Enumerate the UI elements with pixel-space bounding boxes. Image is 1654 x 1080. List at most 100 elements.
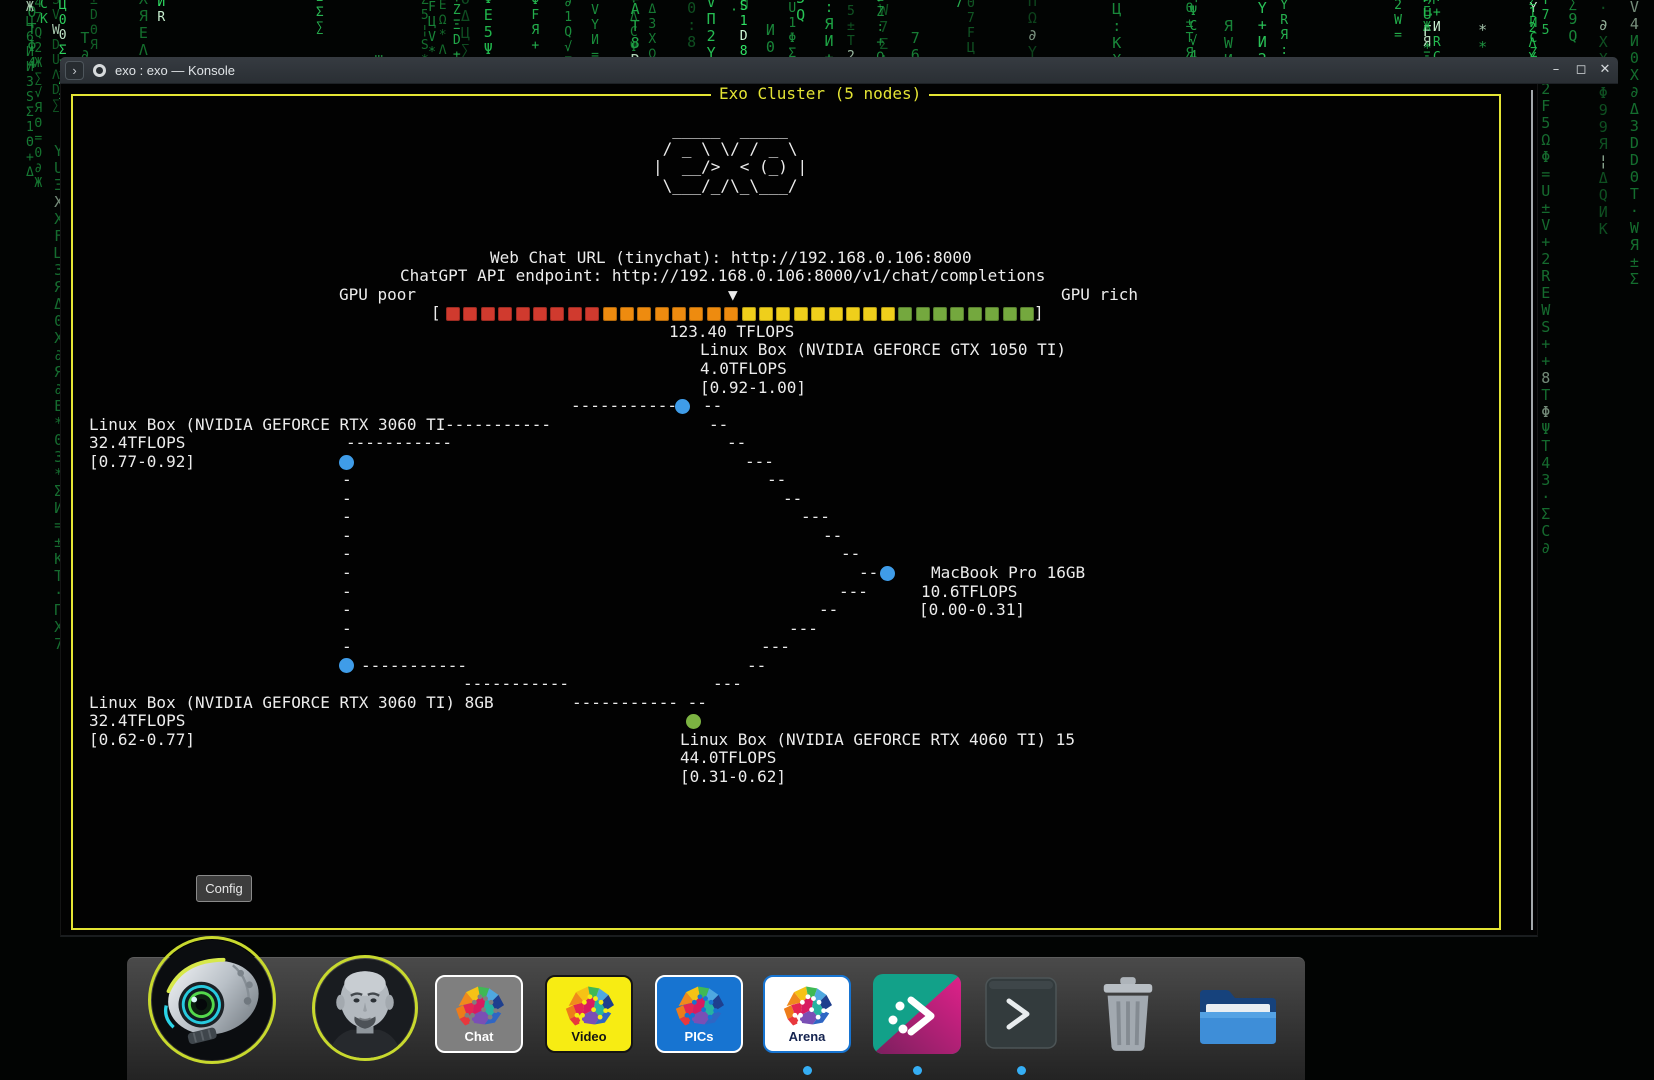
dock-item-konsole[interactable] <box>985 977 1057 1049</box>
terminal-app-icon <box>985 977 1057 1049</box>
matrix-column: 8 Π ± D Θ Я <box>90 0 98 53</box>
terminal-text: - <box>342 583 352 602</box>
node-dot <box>339 455 354 470</box>
gauge-square <box>933 307 947 321</box>
terminal-text: ----------- <box>445 416 551 435</box>
dock-item-video[interactable]: Video <box>545 975 633 1053</box>
running-indicator-dot <box>1017 1066 1026 1075</box>
matrix-column: Δ U U T Ξ F 5 W D R 2 ∂ Δ R U K Я 1 0 T … <box>27 0 36 72</box>
terminal-text: Linux Box (NVIDIA GEFORCE GTX 1050 TI) <box>700 341 1066 360</box>
terminal-text: - <box>342 527 352 546</box>
gauge-square <box>603 307 617 321</box>
terminal-text: - <box>342 601 352 620</box>
terminal-text: -- <box>783 490 802 509</box>
gauge-square <box>829 307 843 321</box>
dock-item-chat[interactable]: Chat <box>435 975 523 1053</box>
matrix-column: Q 4 = 2 Z 9 * V = И Λ W Φ X · ∂ X X C Φ … <box>1599 0 1608 238</box>
terminal-text: ----------- <box>346 434 452 453</box>
gauge-square <box>463 307 477 321</box>
node-dot <box>880 566 895 581</box>
gauge-square <box>655 307 669 321</box>
gauge-square <box>846 307 860 321</box>
gauge-square <box>742 307 756 321</box>
dock-item-robot-avatar[interactable] <box>148 936 276 1064</box>
brain-logo-icon <box>448 981 510 1031</box>
gauge-square <box>724 307 738 321</box>
gauge-square <box>1003 307 1017 321</box>
matrix-column: Λ F Ц V * <box>428 0 436 60</box>
dock-item-files[interactable] <box>1196 982 1280 1048</box>
terminal-text: --- <box>745 453 774 472</box>
terminal-text: -- <box>767 471 786 490</box>
terminal-text: - <box>342 545 352 564</box>
terminal-text: - <box>342 508 352 527</box>
dock-item-label: Chat <box>465 1029 494 1044</box>
terminal-text: [0.31-0.62] <box>680 768 786 787</box>
window-titlebar[interactable]: › exo : exo — Konsole – ◻ ✕ <box>60 57 1618 84</box>
terminal-text: Linux Box (NVIDIA GEFORCE RTX 3060 TI) 8… <box>89 694 494 713</box>
gauge-square <box>533 307 547 321</box>
terminal-text: -- <box>727 434 746 453</box>
dock-item-person-avatar[interactable] <box>312 955 418 1061</box>
tui-frame-border <box>71 94 1501 930</box>
terminal-text: [0.00-0.31] <box>919 601 1025 620</box>
matrix-column: Q ± Σ Я X F 5 ± T 2 <box>847 0 855 64</box>
gauge-square <box>620 307 634 321</box>
terminal-text: 32.4TFLOPS <box>89 712 185 731</box>
terminal-text: GPU rich <box>1061 286 1138 305</box>
matrix-column: ∂ C ∂ √ Q Y C Ψ ∂ Ω 1 7 <box>955 0 963 11</box>
node-dot <box>686 714 701 729</box>
matrix-column: Q 4 7 Q 2 Ж ∑ √ Я Θ = 0 ∂ Ж <box>34 0 42 191</box>
terminal-text: -- <box>823 527 842 546</box>
gauge-square <box>637 307 651 321</box>
terminal-text: GPU poor <box>339 286 416 305</box>
terminal-text: - <box>342 564 352 583</box>
terminal-text: - <box>342 620 352 639</box>
gpu-gauge-bar <box>446 307 1037 321</box>
gauge-square <box>759 307 773 321</box>
terminal-text: - <box>342 638 352 657</box>
terminal-text: --- <box>761 638 790 657</box>
terminal-text: -- <box>747 657 766 676</box>
gauge-square <box>707 307 721 321</box>
terminal-text: --- <box>789 620 818 639</box>
config-button[interactable]: Config <box>196 875 252 902</box>
gauge-square <box>516 307 530 321</box>
terminal-text: 4.0TFLOPS <box>700 360 787 379</box>
window-title: exo : exo — Konsole <box>115 63 235 78</box>
maximize-button[interactable]: ◻ <box>1571 60 1591 80</box>
dock-item-arena[interactable]: Arena <box>763 975 851 1053</box>
gauge-square <box>550 307 564 321</box>
person-portrait-icon <box>315 958 415 1058</box>
gauge-square <box>498 307 512 321</box>
dock-item-dev-app[interactable] <box>873 974 961 1054</box>
terminal-text: -- <box>709 416 728 435</box>
terminal-text: 123.40 TFLOPS <box>669 323 794 342</box>
terminal-scrollbar[interactable] <box>1531 90 1533 930</box>
terminal-text: -- <box>859 564 878 583</box>
terminal-text: -- <box>703 397 722 416</box>
matrix-column: V Ξ S Θ A ± F D F V 4 И 0 X ∂ Δ 3 D D Θ … <box>1630 0 1639 288</box>
matrix-column: V Φ Ж Ц 6 И И 3 S Σ 1 Θ + Δ <box>26 0 34 180</box>
brain-logo-icon <box>668 981 730 1031</box>
gauge-square <box>863 307 877 321</box>
terminal-text: 10.6TFLOPS <box>921 583 1017 602</box>
window-menu-button[interactable]: › <box>65 61 84 80</box>
dock-item-trash[interactable] <box>1096 974 1160 1054</box>
robot-head-icon <box>151 939 273 1061</box>
terminal-text: [0.62-0.77] <box>89 731 195 750</box>
matrix-column: S U V 7 Λ Ц Ω F F И Ξ V 7 T 1 5 8 Σ ± Π … <box>687 0 696 51</box>
dock-item-pics[interactable]: PICs <box>655 975 743 1053</box>
matrix-column: C U Θ U Z Ц Ц 6 6 0 Φ И R <box>157 0 165 25</box>
terminal-text: -- <box>841 545 860 564</box>
matrix-column: D * = Ц ¦ <box>875 0 883 3</box>
terminal-text: 44.0TFLOPS <box>680 749 776 768</box>
terminal-text: Linux Box (NVIDIA GEFORCE RTX 4060 TI) 1… <box>680 731 1075 750</box>
terminal-text: MacBook Pro 16GB <box>931 564 1085 583</box>
close-button[interactable]: ✕ <box>1595 60 1615 80</box>
matrix-column: Φ ∂ √ : Ж 8 F T C K <box>40 0 48 27</box>
matrix-column: 3 И Ξ Z : + Ω <box>876 0 884 65</box>
minimize-button[interactable]: – <box>1546 60 1566 80</box>
running-indicator-dot <box>913 1066 922 1075</box>
terminal-text: --- <box>713 675 742 694</box>
